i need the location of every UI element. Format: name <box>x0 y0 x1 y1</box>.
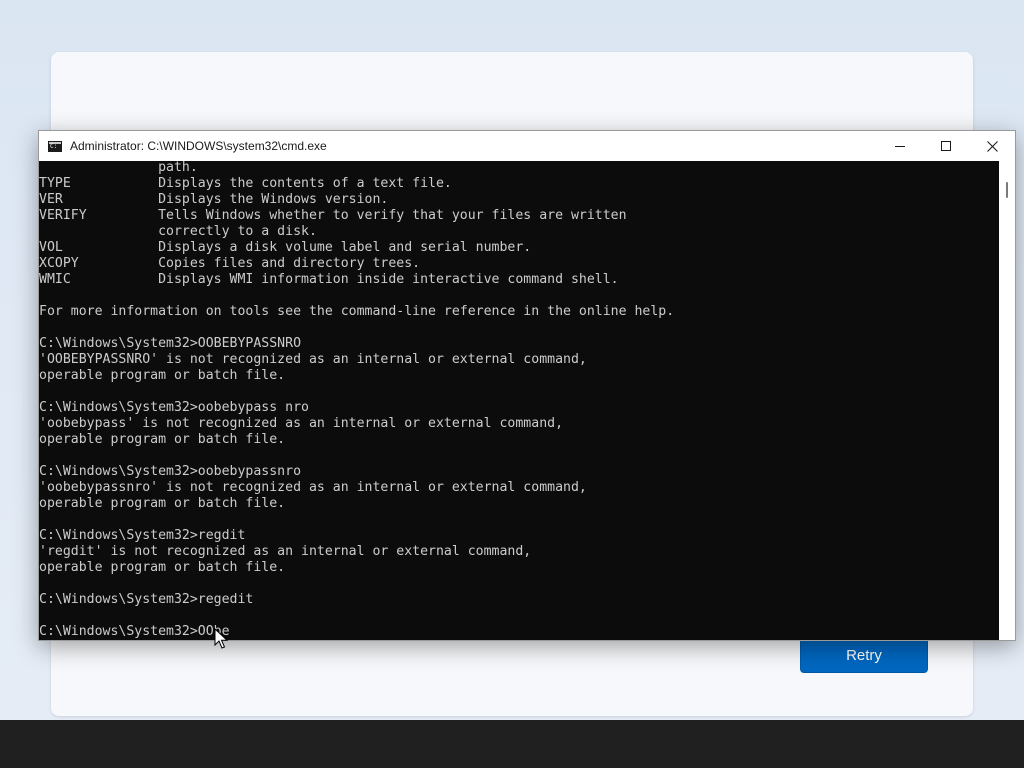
console-line: C:\Windows\System32>oobebypassnro <box>39 464 302 479</box>
console-line: C:\Windows\System32>OObe <box>39 624 230 639</box>
cmd-window[interactable]: Administrator: C:\WINDOWS\system32\cmd.e… <box>38 130 1016 641</box>
console-line: VOL Displays a disk volume label and ser… <box>39 240 532 255</box>
console-line: path. <box>39 161 198 175</box>
console-line: VERIFY Tells Windows whether to verify t… <box>39 208 627 223</box>
window-controls <box>877 131 1015 161</box>
console-line: TYPE Displays the contents of a text fil… <box>39 176 452 191</box>
mouse-pointer-icon <box>214 628 228 649</box>
cmd-icon[interactable] <box>48 140 62 152</box>
console-line: operable program or batch file. <box>39 368 286 383</box>
close-icon <box>986 140 998 152</box>
console-line: 'oobebypassnro' is not recognized as an … <box>39 480 587 495</box>
console-line: For more information on tools see the co… <box>39 304 675 319</box>
vertical-scrollbar[interactable] <box>999 161 1015 640</box>
minimize-button[interactable] <box>877 131 923 161</box>
console-line: correctly to a disk. <box>39 224 317 239</box>
console-text: path. TYPE Displays the contents of a te… <box>39 161 674 640</box>
maximize-button[interactable] <box>923 131 969 161</box>
console-output[interactable]: path. TYPE Displays the contents of a te… <box>39 161 999 640</box>
maximize-icon <box>941 141 951 151</box>
console-line: C:\Windows\System32>regedit <box>39 592 254 607</box>
minimize-icon <box>895 146 905 147</box>
console-line: operable program or batch file. <box>39 432 286 447</box>
close-button[interactable] <box>969 131 1015 161</box>
console-line: 'regdit' is not recognized as an interna… <box>39 544 532 559</box>
taskbar <box>0 720 1024 768</box>
window-title: Administrator: C:\WINDOWS\system32\cmd.e… <box>70 139 327 153</box>
console-line: VER Displays the Windows version. <box>39 192 389 207</box>
console-line: C:\Windows\System32>oobebypass nro <box>39 400 309 415</box>
console-line: 'OOBEBYPASSNRO' is not recognized as an … <box>39 352 587 367</box>
console-line: WMIC Displays WMI information inside int… <box>39 272 619 287</box>
console-line: 'oobebypass' is not recognized as an int… <box>39 416 564 431</box>
console-line: operable program or batch file. <box>39 496 286 511</box>
title-bar[interactable]: Administrator: C:\WINDOWS\system32\cmd.e… <box>39 131 1015 161</box>
scroll-thumb[interactable] <box>1006 182 1008 198</box>
console-line: C:\Windows\System32>OOBEBYPASSNRO <box>39 336 302 351</box>
console-line: XCOPY Copies files and directory trees. <box>39 256 421 271</box>
retry-button[interactable]: Retry <box>800 638 928 673</box>
console-line: C:\Windows\System32>regdit <box>39 528 246 543</box>
console-line: operable program or batch file. <box>39 560 286 575</box>
